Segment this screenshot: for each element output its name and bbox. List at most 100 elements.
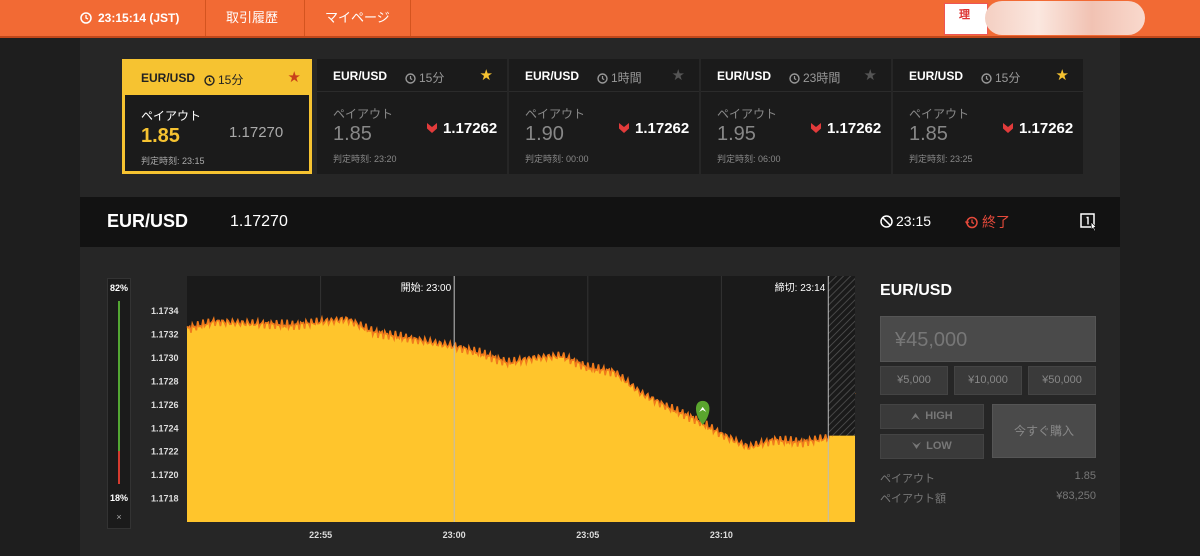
card-rate-value: 1.17270 <box>229 124 284 141</box>
card-pair: EUR/USD <box>909 69 964 83</box>
card-expiry: 判定時刻: 23:25 <box>909 154 973 164</box>
card-duration-label: 15分 <box>218 73 244 87</box>
y-tick-label: 1.1722 <box>151 447 179 457</box>
header-price: 1.17270 <box>230 213 288 230</box>
option-card[interactable]: EUR/USD 23時間 ★ ペイアウト 1.95 1.17262 判定時刻: 06:00 <box>701 59 891 174</box>
card-pair: EUR/USD <box>333 69 388 83</box>
card-duration: 23時間 <box>789 69 840 86</box>
topbar-right-tail <box>1145 2 1200 36</box>
round-status: 終了 <box>965 212 1010 232</box>
history-icon <box>965 216 978 229</box>
trading-panel: EUR/USD 15分 ★ ペイアウト 1.85 1.17270 判定時刻: 23:15 EU… <box>80 38 1120 556</box>
low-button-label: LOW <box>926 440 952 452</box>
chip-5000[interactable]: ¥5,000 <box>880 366 948 395</box>
low-ratio-fill <box>118 451 120 484</box>
server-time: 23:15:14 (JST) <box>98 11 180 25</box>
close-label: 締切: 23:14 <box>775 281 826 294</box>
card-pair: EUR/USD <box>525 69 580 83</box>
y-tick-label: 1.1730 <box>151 353 179 363</box>
card-rate: 1.17270 <box>229 124 283 141</box>
card-duration-label: 23時間 <box>803 71 841 85</box>
price-chart: 22:55 23:00 23:05 23:10 1.1734 1.1732 1.1730 1.… <box>151 276 856 540</box>
judge-time-value: 23:15 <box>896 213 932 229</box>
card-rate-value: 1.17262 <box>1019 120 1074 137</box>
down-chevron-icon <box>427 123 437 133</box>
judge-time: 23:15 <box>880 213 931 229</box>
order-symbol: EUR/USD <box>880 282 953 299</box>
server-clock: 23:15:14 (JST) <box>80 0 179 36</box>
low-percent: 18% <box>109 493 128 503</box>
option-card[interactable]: EUR/USD 15分 ★ ペイアウト 1.85 1.17262 判定時刻: 23:25 <box>893 59 1083 174</box>
card-header: EUR/USD 23時間 ★ <box>701 59 891 92</box>
card-expiry: 判定時刻: 23:20 <box>333 154 397 164</box>
nav-separator <box>205 0 206 36</box>
card-payout: 1.85 <box>333 123 372 145</box>
x-tick-label: 23:05 <box>576 530 599 540</box>
down-chevron-icon <box>1003 123 1013 133</box>
account-button[interactable]: 理 <box>944 3 988 35</box>
y-tick-label: 1.1728 <box>151 376 179 386</box>
card-payout: 1.95 <box>717 123 756 145</box>
close-icon[interactable]: × <box>108 512 130 522</box>
card-payout: 1.85 <box>141 125 180 147</box>
clock-icon <box>981 73 992 84</box>
payout-value: 1.85 <box>1074 470 1096 482</box>
round-status-label: 終了 <box>982 214 1010 230</box>
sentiment-bar: 82% 18% × <box>107 278 131 529</box>
card-duration: 15分 <box>981 69 1020 86</box>
low-button[interactable]: LOW <box>880 434 984 459</box>
clock-icon <box>597 73 608 84</box>
option-card[interactable]: EUR/USD 15分 ★ ペイアウト 1.85 1.17262 判定時刻: 23:20 <box>317 59 507 174</box>
amount-input[interactable]: ¥45,000 <box>880 316 1096 362</box>
favorite-star-icon[interactable]: ★ <box>480 66 493 84</box>
favorite-star-icon[interactable]: ★ <box>864 66 877 84</box>
card-rate: 1.17262 <box>811 120 881 137</box>
y-tick-label: 1.1718 <box>151 494 179 504</box>
card-rate: 1.17262 <box>1003 120 1073 137</box>
card-rate-value: 1.17262 <box>443 120 498 137</box>
favorite-star-icon[interactable]: ★ <box>1056 66 1069 84</box>
y-tick-label: 1.1720 <box>151 470 179 480</box>
high-percent: 82% <box>109 283 128 293</box>
clock-icon <box>80 12 92 24</box>
card-rate-value: 1.17262 <box>635 120 690 137</box>
nav-trade-history[interactable]: 取引履歴 <box>226 0 278 36</box>
nav-separator <box>410 0 411 36</box>
x-tick-label: 22:55 <box>309 530 332 540</box>
card-header: EUR/USD 1時間 ★ <box>509 59 699 92</box>
card-payout: 1.85 <box>909 123 948 145</box>
buy-now-button[interactable]: 今すぐ購入 <box>992 404 1096 458</box>
card-header: EUR/USD 15分 ★ <box>317 59 507 92</box>
y-tick-label: 1.1724 <box>151 423 179 433</box>
no-entry-icon <box>880 215 893 228</box>
card-duration-label: 15分 <box>995 71 1021 85</box>
instrument-header: EUR/USD 1.17270 23:15 終了 <box>80 197 1120 247</box>
redacted-area <box>985 1 1145 35</box>
x-tick-label: 23:00 <box>443 530 466 540</box>
payout-amount-label: ペイアウト額 <box>880 493 946 505</box>
clock-icon <box>405 73 416 84</box>
favorite-star-icon[interactable]: ★ <box>288 68 301 86</box>
high-button[interactable]: HIGH <box>880 404 984 429</box>
card-payout-label: ペイアウト <box>717 107 778 121</box>
y-tick-label: 1.1734 <box>151 306 179 316</box>
card-expiry: 判定時刻: 23:15 <box>141 156 205 166</box>
account-button-label: 理 <box>959 9 970 21</box>
clock-icon <box>789 73 800 84</box>
option-card[interactable]: EUR/USD 1時間 ★ ペイアウト 1.90 1.17262 判定時刻: 00:00 <box>509 59 699 174</box>
card-header: EUR/USD 15分 ★ <box>122 59 312 95</box>
chip-50000[interactable]: ¥50,000 <box>1028 366 1096 395</box>
high-ratio-fill <box>118 301 120 451</box>
chip-10000[interactable]: ¥10,000 <box>954 366 1022 395</box>
option-card[interactable]: EUR/USD 15分 ★ ペイアウト 1.85 1.17270 判定時刻: 23:15 <box>122 59 312 174</box>
card-expiry: 判定時刻: 06:00 <box>717 154 781 164</box>
payout-amount-value: ¥83,250 <box>1056 490 1096 502</box>
favorite-star-icon[interactable]: ★ <box>672 66 685 84</box>
card-payout-label: ペイアウト <box>333 107 394 121</box>
card-expiry: 判定時刻: 00:00 <box>525 154 589 164</box>
payout-label: ペイアウト <box>880 473 935 485</box>
nav-my-page[interactable]: マイページ <box>325 0 390 36</box>
single-window-icon[interactable] <box>1080 212 1098 232</box>
y-tick-label: 1.1732 <box>151 330 179 340</box>
card-payout-label: ペイアウト <box>909 107 970 121</box>
